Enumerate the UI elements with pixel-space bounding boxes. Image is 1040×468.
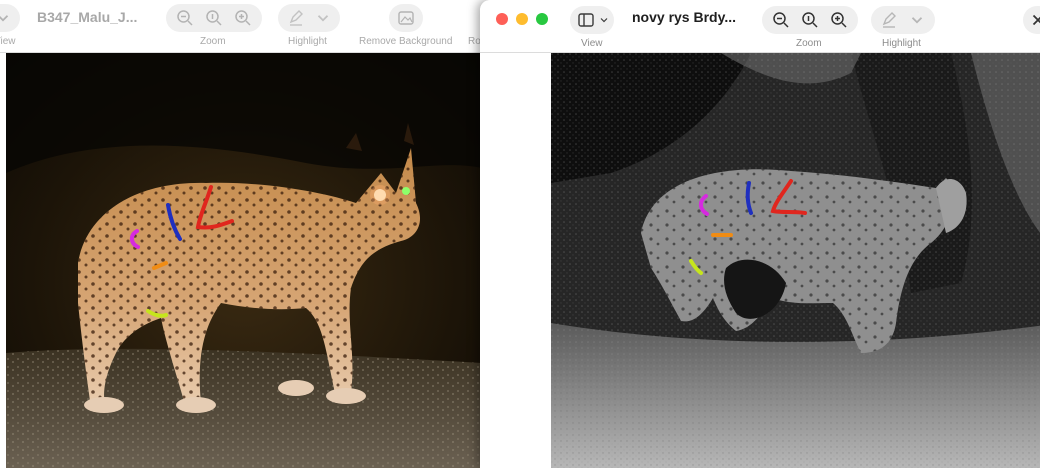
front-window-title: novy rys Brdy... [632,9,737,25]
back-highlight-caption: Highlight [288,36,327,47]
close-icon [1027,7,1040,33]
remove-background-button[interactable] [389,4,423,32]
highlight-pen-icon[interactable] [283,5,309,31]
front-highlight-group[interactable] [871,6,935,34]
highlight-pen-icon[interactable] [876,7,902,33]
front-view-menu-button[interactable] [570,6,614,34]
sidebar-toggle-icon [574,7,598,33]
front-view-caption: View [581,38,603,49]
front-zoom-group [762,6,858,34]
lynx-color-photo [6,53,482,468]
front-image-area[interactable] [551,53,1040,468]
chevron-down-icon [598,7,610,33]
back-highlight-group[interactable] [278,4,340,32]
minimize-window-button[interactable] [516,13,528,25]
back-zoom-group [166,4,262,32]
zoom-out-icon[interactable] [768,7,794,33]
maximize-window-button[interactable] [536,13,548,25]
zoom-in-icon[interactable] [230,5,256,31]
chevron-down-icon [0,5,16,31]
front-highlight-caption: Highlight [882,38,921,49]
front-toolbar: View novy rys Brdy... Zoom Highlight [480,0,1040,53]
back-preview-window[interactable]: View B347_Malu_J... Zoom Highlight [0,0,490,468]
chevron-down-icon[interactable] [310,5,336,31]
zoom-in-icon[interactable] [826,7,852,33]
front-zoom-caption: Zoom [796,38,822,49]
back-image-area[interactable] [6,53,482,468]
back-window-title: B347_Malu_J... [37,9,138,25]
remove-background-icon [393,5,419,31]
actual-size-icon[interactable] [797,7,823,33]
back-zoom-caption: Zoom [200,36,226,47]
lynx-eye [402,187,410,195]
lynx-infrared-photo [551,53,1040,468]
back-toolbar: View B347_Malu_J... Zoom Highlight [0,0,490,53]
close-sidebar-button[interactable] [1023,6,1040,34]
front-sidebar [480,53,551,468]
rotate-caption: Ro [468,36,481,47]
back-view-caption: View [0,36,16,47]
remove-background-caption: Remove Background [359,36,453,47]
close-window-button[interactable] [496,13,508,25]
back-view-menu-button[interactable] [0,4,20,32]
zoom-out-icon[interactable] [172,5,198,31]
chevron-down-icon[interactable] [904,7,930,33]
actual-size-icon[interactable] [201,5,227,31]
front-preview-window[interactable]: View novy rys Brdy... Zoom Highlight [480,0,1040,468]
